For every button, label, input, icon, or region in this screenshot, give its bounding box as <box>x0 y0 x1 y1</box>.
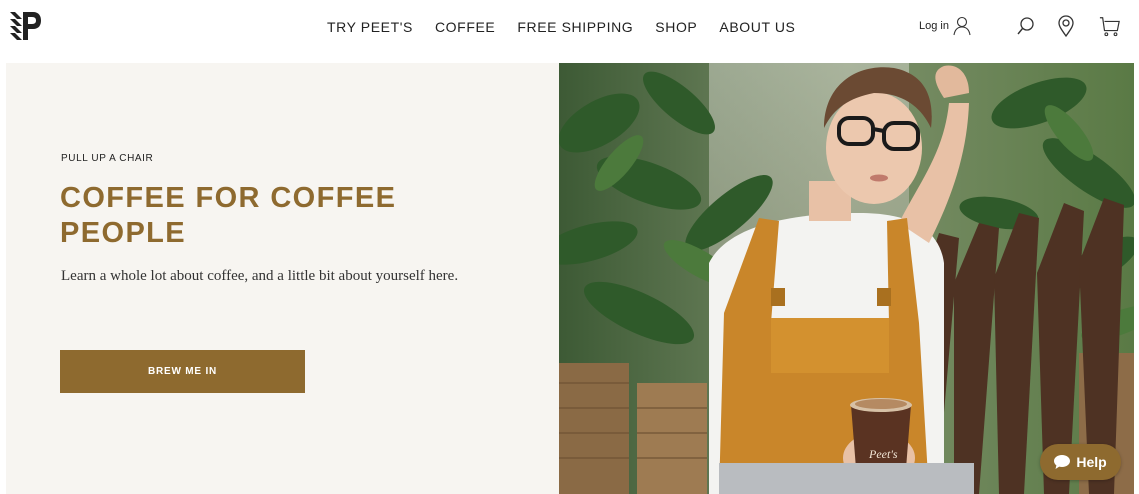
main-nav: TRY PEET'S COFFEE FREE SHIPPING SHOP ABO… <box>327 19 796 35</box>
hero-eyebrow: PULL UP A CHAIR <box>61 153 154 164</box>
site-header: TRY PEET'S COFFEE FREE SHIPPING SHOP ABO… <box>0 0 1139 60</box>
hero-text-panel: PULL UP A CHAIR COFFEE FOR COFFEE PEOPLE… <box>6 63 559 494</box>
user-icon <box>953 16 971 36</box>
help-button[interactable]: Help <box>1040 444 1121 480</box>
peets-logo-icon[interactable] <box>10 12 42 40</box>
nav-shop[interactable]: SHOP <box>655 19 697 35</box>
cup-brand-text: Peet's <box>868 447 898 461</box>
nav-coffee[interactable]: COFFEE <box>435 19 495 35</box>
cart-icon[interactable] <box>1099 14 1121 38</box>
help-label: Help <box>1076 454 1107 470</box>
location-pin-icon[interactable] <box>1055 14 1077 38</box>
header-utilities: Log in <box>919 14 1121 38</box>
brew-me-in-button[interactable]: BREW ME IN <box>60 350 305 393</box>
hero-headline: COFFEE FOR COFFEE PEOPLE <box>60 182 397 249</box>
login-label: Log in <box>919 20 949 32</box>
search-icon[interactable] <box>1015 14 1037 38</box>
chat-bubble-icon <box>1054 455 1071 469</box>
hero-lead: Learn a whole lot about coffee, and a li… <box>61 268 459 284</box>
nav-free-shipping[interactable]: FREE SHIPPING <box>517 19 633 35</box>
nav-about-us[interactable]: ABOUT US <box>719 19 795 35</box>
login-link[interactable]: Log in <box>919 16 971 36</box>
nav-try-peets[interactable]: TRY PEET'S <box>327 19 413 35</box>
hero-photo: Peet's <box>559 63 1134 494</box>
